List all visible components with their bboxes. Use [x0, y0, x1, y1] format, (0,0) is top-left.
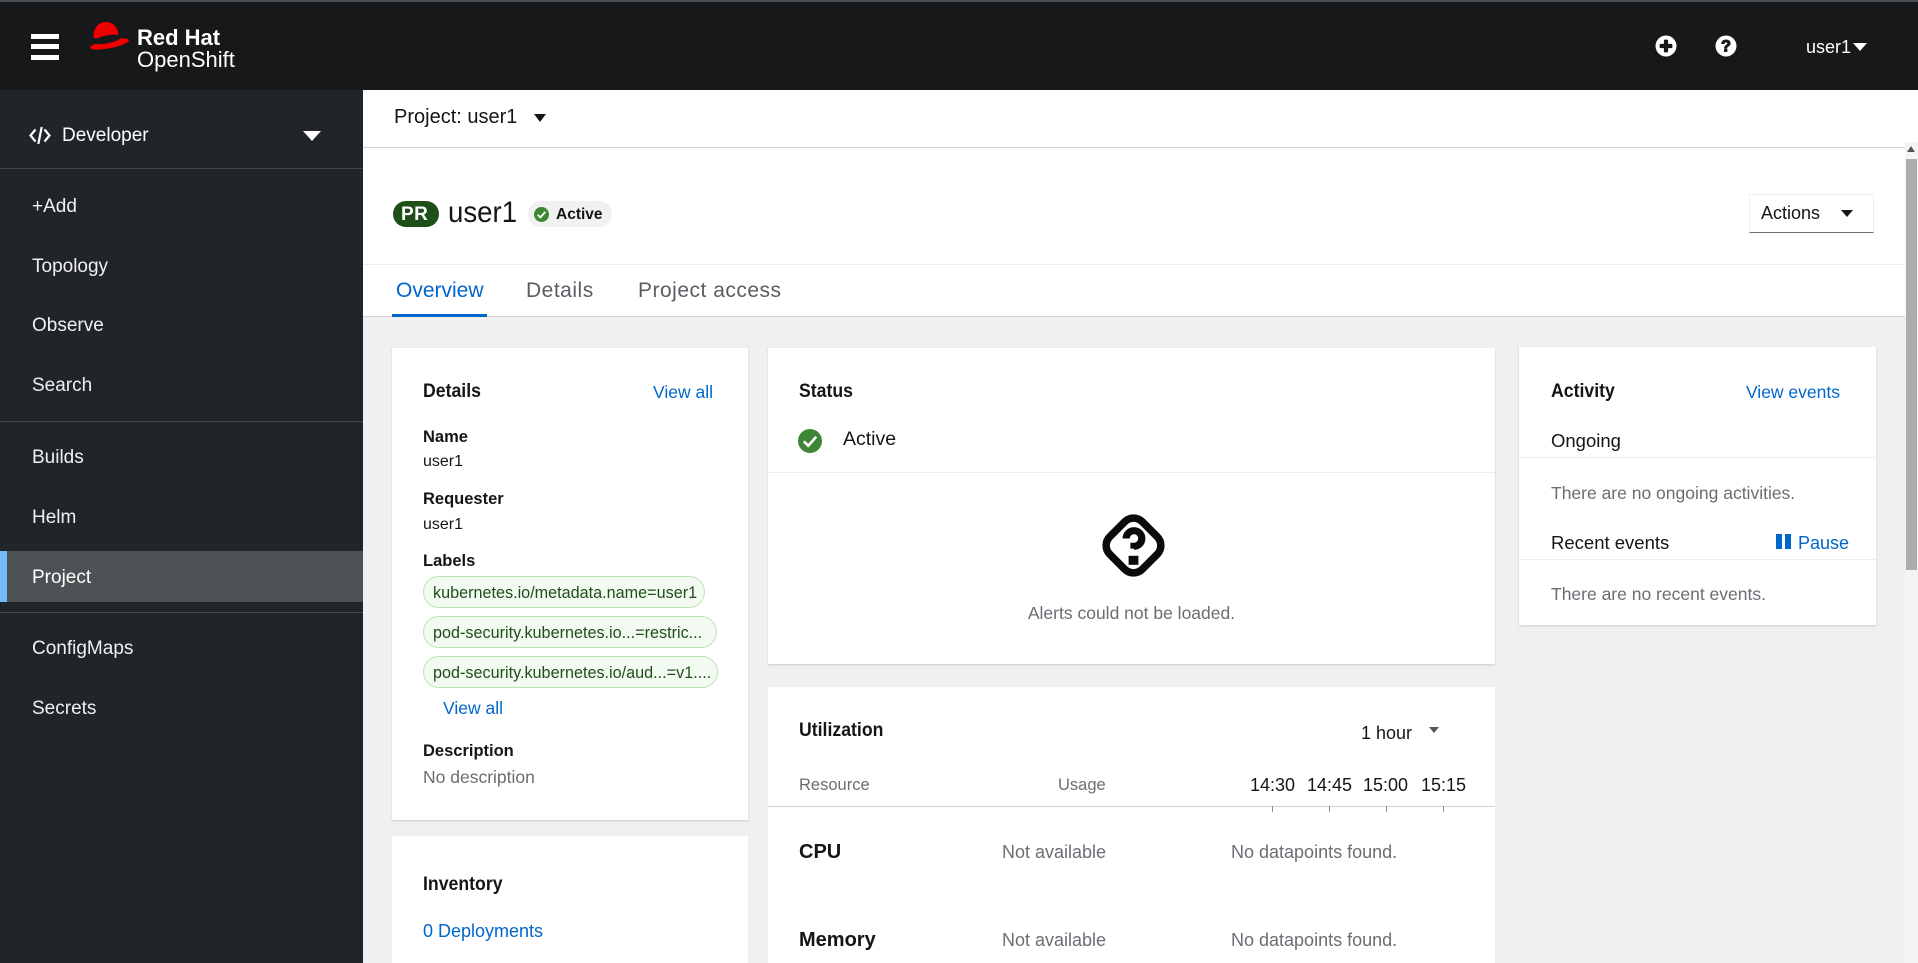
svg-text:?: ?: [1721, 37, 1731, 55]
